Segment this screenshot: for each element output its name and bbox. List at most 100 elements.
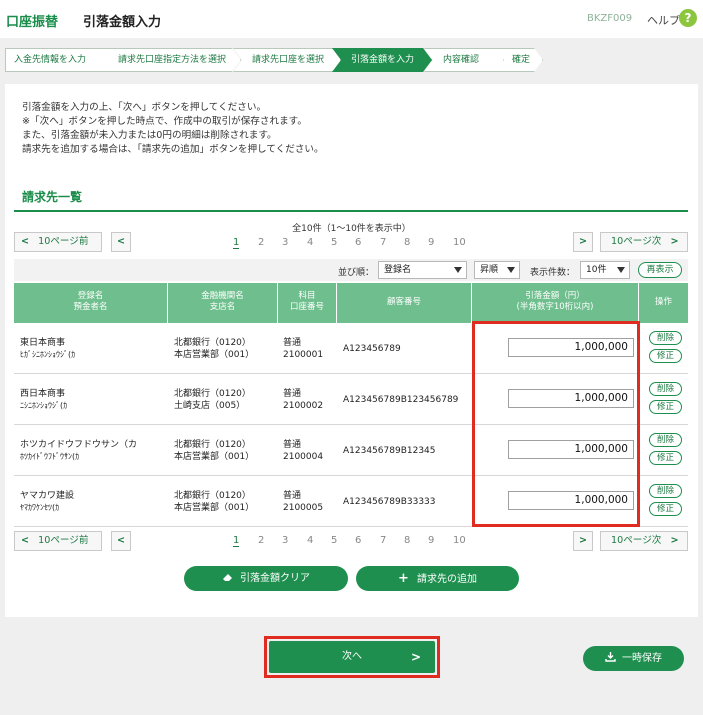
edit-button[interactable]: 修正: [649, 502, 682, 516]
page-link[interactable]: 7: [380, 535, 386, 546]
redisplay-button[interactable]: 再表示: [638, 262, 682, 278]
page-size-select[interactable]: 10件: [580, 261, 630, 279]
temporary-save-button[interactable]: 一時保存: [583, 646, 684, 671]
clear-amount-button[interactable]: 引落金額クリア: [184, 566, 348, 591]
instruction-line: また、引落金額が未入力または0円の明細は削除されます。: [22, 130, 277, 141]
sort-field-select[interactable]: 登録名: [378, 261, 467, 279]
chevron-left-icon: <: [116, 236, 126, 247]
account-number: 2100002: [283, 401, 324, 411]
plus-icon: +: [398, 571, 409, 586]
page-link[interactable]: 3: [282, 535, 288, 546]
prev-10-pages-button[interactable]: < 10ページ前: [14, 531, 102, 551]
page-link[interactable]: 10: [453, 237, 466, 248]
column-header-amount: 引落金額（円） (半角数字10桁以内): [472, 283, 639, 323]
app-header: 口座振替 引落金額入力 BKZF009 ヘルプ ?: [0, 0, 703, 38]
customer-number: A123456789B33333: [343, 497, 436, 507]
account-number: 2100005: [283, 503, 324, 513]
amount-highlight: [472, 321, 640, 527]
dropdown-icon: [617, 267, 625, 273]
column-header-account: 科目 口座番号: [278, 283, 337, 323]
page-link[interactable]: 4: [307, 535, 313, 546]
delete-button[interactable]: 削除: [649, 331, 682, 345]
breadcrumb-step-4-current: 引落金額を入力: [332, 48, 432, 72]
help-icon[interactable]: ?: [679, 9, 697, 27]
prev-page-button[interactable]: <: [111, 232, 131, 252]
bank-name: 北都銀行（0120）: [174, 491, 251, 501]
page-link-current[interactable]: 1: [233, 237, 240, 249]
instructions: 引落金額を入力の上、「次へ」ボタンを押してください。 ※「次へ」ボタンを押した時…: [22, 101, 324, 157]
breadcrumb-step-1: 入金先情報を入力: [5, 48, 117, 72]
chevron-right-icon: >: [578, 236, 588, 247]
next-page-button[interactable]: >: [573, 232, 593, 252]
sort-label: 並び順：: [338, 268, 375, 278]
chevron-left-icon: <: [116, 535, 126, 546]
instruction-line: ※「次へ」ボタンを押した時点で、作成中の取引が保存されます。: [22, 116, 307, 127]
page-numbers-top: 1 2 3 4 5 6 7 8 9 10: [233, 237, 473, 251]
page-link[interactable]: 9: [428, 535, 434, 546]
page-link[interactable]: 5: [331, 237, 337, 248]
screen-code: BKZF009: [587, 13, 633, 24]
breadcrumb: 入金先情報を入力 請求先口座指定方法を選択 請求先口座を選択 引落金額を入力 内…: [5, 48, 695, 74]
result-count: 全10件（1～10件を表示中）: [292, 224, 411, 234]
table-header: 登録名 預金者名 金融機関名 支店名 科目 口座番号 顧客番号 引落金額（円） (半角数…: [14, 283, 688, 323]
page-link[interactable]: 7: [380, 237, 386, 248]
chevron-right-icon: >: [670, 236, 679, 247]
page-link[interactable]: 2: [258, 535, 264, 546]
instruction-line: 請求先を追加する場合は、「請求先の追加」ボタンを押してください。: [22, 144, 324, 155]
edit-button[interactable]: 修正: [649, 400, 682, 414]
bank-name: 北都銀行（0120）: [174, 389, 251, 399]
sort-order-select[interactable]: 昇順: [474, 261, 520, 279]
column-header-customer: 顧客番号: [337, 283, 472, 323]
page-link[interactable]: 8: [404, 237, 410, 248]
page-link[interactable]: 6: [355, 535, 361, 546]
section-title: 請求先一覧: [22, 190, 83, 204]
page-link-current[interactable]: 1: [233, 535, 240, 547]
page-link[interactable]: 5: [331, 535, 337, 546]
page-link[interactable]: 8: [404, 535, 410, 546]
delete-button[interactable]: 削除: [649, 484, 682, 498]
customer-number: A123456789: [343, 344, 401, 354]
help-link[interactable]: ヘルプ: [647, 12, 680, 28]
account-number: 2100001: [283, 350, 324, 360]
page-link[interactable]: 6: [355, 237, 361, 248]
page-link[interactable]: 4: [307, 237, 313, 248]
payer-kana: ﾋｶﾞｼﾆﾎﾝｼｮｳｼﾞ(ｶ: [20, 350, 76, 359]
delete-button[interactable]: 削除: [649, 433, 682, 447]
branch-name: 本店営業部（001）: [174, 452, 255, 462]
account-number: 2100004: [283, 452, 324, 462]
breadcrumb-step-3: 請求先口座を選択: [233, 48, 341, 72]
next-10-pages-button[interactable]: 10ページ次 >: [600, 531, 688, 551]
breadcrumb-step-2: 請求先口座指定方法を選択: [101, 48, 241, 72]
next-10-pages-button[interactable]: 10ページ次 >: [600, 232, 688, 252]
payer-name: 東日本商事: [20, 338, 66, 348]
instruction-line: 引落金額を入力の上、「次へ」ボタンを押してください。: [22, 102, 267, 113]
prev-10-pages-button[interactable]: < 10ページ前: [14, 232, 102, 252]
branch-name: 本店営業部（001）: [174, 350, 255, 360]
chevron-right-icon: >: [578, 535, 588, 546]
page-link[interactable]: 10: [453, 535, 466, 546]
payer-kana: ﾔﾏｶﾜｹﾝｾﾂ(ｶ: [20, 503, 60, 512]
account-type: 普通: [283, 491, 302, 501]
edit-button[interactable]: 修正: [649, 349, 682, 363]
branch-name: 本店営業部（001）: [174, 503, 255, 513]
column-header-actions: 操作: [654, 297, 672, 307]
eraser-icon: [223, 574, 232, 581]
payer-kana: ﾎﾂｶｲﾄﾞｳﾌﾄﾞｳｻﾝ(ｶ: [20, 452, 80, 461]
page-link[interactable]: 3: [282, 237, 288, 248]
page-link[interactable]: 2: [258, 237, 264, 248]
prev-page-button[interactable]: <: [111, 531, 131, 551]
account-type: 普通: [283, 389, 302, 399]
page-link[interactable]: 9: [428, 237, 434, 248]
edit-button[interactable]: 修正: [649, 451, 682, 465]
dropdown-icon: [507, 267, 515, 273]
chevron-left-icon: <: [21, 236, 30, 247]
breadcrumb-step-5: 内容確認: [424, 48, 504, 72]
bank-name: 北都銀行（0120）: [174, 440, 251, 450]
bank-name: 北都銀行（0120）: [174, 338, 251, 348]
delete-button[interactable]: 削除: [649, 382, 682, 396]
add-payer-button[interactable]: + 請求先の追加: [356, 566, 519, 591]
next-page-button[interactable]: >: [573, 531, 593, 551]
payer-name: 西日本商事: [20, 389, 66, 399]
next-button[interactable]: 次へ >: [269, 641, 435, 673]
column-header-bank: 金融機関名 支店名: [168, 283, 278, 323]
